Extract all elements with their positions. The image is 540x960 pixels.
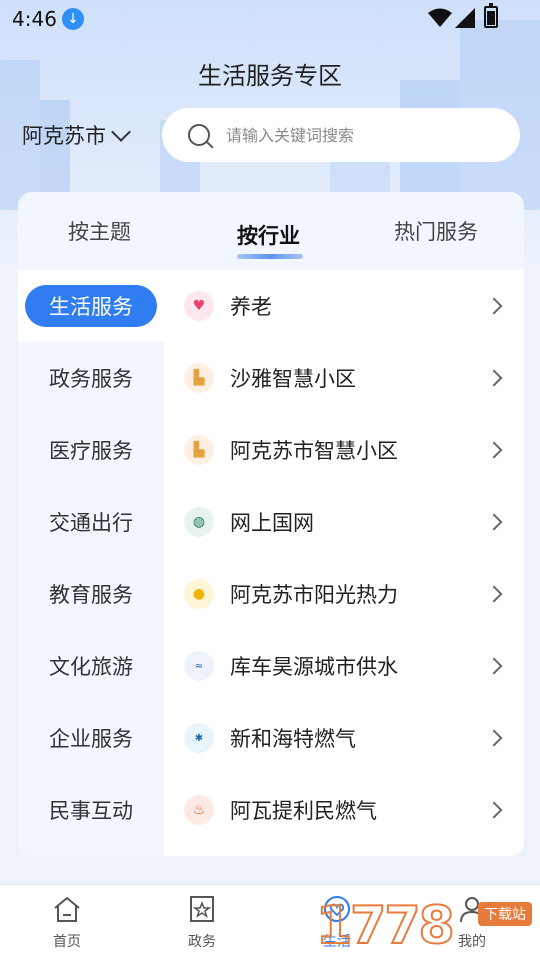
list-item[interactable]: ◍ 网上国网 [164, 486, 524, 558]
sidebar-item-government-services[interactable]: 政务服务 [18, 342, 164, 414]
tab-popular-services[interactable]: 热门服务 [394, 216, 478, 246]
flame-icon: ♨ [184, 795, 214, 825]
service-label: 阿克苏市阳光热力 [230, 583, 398, 607]
gas-logo-icon: ✱ [184, 723, 214, 753]
service-label: 新和海特燃气 [230, 727, 356, 751]
nav-label: 首页 [53, 934, 81, 950]
download-icon: ↓ [62, 8, 84, 30]
sidebar-item-life-services[interactable]: 生活服务 [18, 270, 164, 342]
sidebar-item-label: 文化旅游 [49, 655, 133, 679]
active-tab-indicator [237, 254, 303, 259]
search-icon [188, 124, 210, 146]
nav-government[interactable]: 政务 [162, 891, 242, 951]
list-item[interactable]: ▙ 沙雅智慧小区 [164, 342, 524, 414]
chevron-right-icon [485, 513, 503, 531]
nav-home[interactable]: 首页 [27, 891, 107, 951]
service-list: ♥ 养老 ▙ 沙雅智慧小区 ▙ 阿克苏市智慧小区 ◍ 网上国网 ● 阿克苏市阳光… [164, 270, 524, 856]
industry-sidebar: 生活服务 政务服务 医疗服务 交通出行 教育服务 文化旅游 企业服务 民事互动 [18, 270, 164, 856]
chevron-right-icon [485, 369, 503, 387]
government-star-icon [190, 896, 214, 922]
sidebar-item-label: 政务服务 [49, 367, 133, 391]
list-item[interactable]: ● 阿克苏市阳光热力 [164, 558, 524, 630]
list-item[interactable]: ♨ 阿瓦提利民燃气 [164, 774, 524, 846]
sidebar-item-transport[interactable]: 交通出行 [18, 486, 164, 558]
service-label: 网上国网 [230, 511, 314, 535]
search-input[interactable] [226, 125, 486, 145]
building-icon: ▙ [184, 363, 214, 393]
list-item[interactable]: ≈ 库车昊源城市供水 [164, 630, 524, 702]
list-item[interactable]: ✱ 新和海特燃气 [164, 702, 524, 774]
sidebar-item-education[interactable]: 教育服务 [18, 558, 164, 630]
sidebar-item-label: 教育服务 [49, 583, 133, 607]
list-item[interactable]: ♥ 养老 [164, 270, 524, 342]
water-logo-icon: ≈ [184, 651, 214, 681]
tab-by-theme[interactable]: 按主题 [68, 216, 131, 246]
wifi-icon [428, 8, 452, 27]
bottom-navigation: 首页 政务 生活 我的 [0, 884, 540, 960]
search-bar[interactable] [162, 108, 520, 162]
watermark-logo: 1778 [315, 895, 456, 957]
sidebar-item-culture-tourism[interactable]: 文化旅游 [18, 630, 164, 702]
sidebar-item-label: 交通出行 [49, 511, 133, 535]
battery-icon [484, 3, 498, 28]
sidebar-item-civil-interaction[interactable]: 民事互动 [18, 774, 164, 846]
sidebar-item-label: 生活服务 [25, 285, 157, 327]
sidebar-item-label: 民事互动 [49, 799, 133, 823]
chevron-right-icon [485, 297, 503, 315]
heart-icon: ♥ [184, 291, 214, 321]
status-bar: 4:46 ↓ [0, 0, 540, 40]
home-icon [54, 896, 80, 922]
status-time: 4:46 [12, 7, 57, 31]
sun-icon: ● [184, 579, 214, 609]
service-label: 库车昊源城市供水 [230, 655, 398, 679]
service-panel: 按主题 按行业 热门服务 生活服务 政务服务 医疗服务 交通出行 教育服务 文化… [18, 192, 524, 856]
city-selector[interactable]: 阿克苏市 [22, 120, 131, 150]
chevron-right-icon [485, 657, 503, 675]
list-item[interactable]: ▙ 阿克苏市智慧小区 [164, 414, 524, 486]
category-tabs: 按主题 按行业 热门服务 [18, 192, 524, 270]
sidebar-item-enterprise[interactable]: 企业服务 [18, 702, 164, 774]
nav-label: 政务 [188, 934, 216, 950]
chevron-right-icon [485, 441, 503, 459]
city-label: 阿克苏市 [22, 124, 106, 148]
chevron-right-icon [485, 729, 503, 747]
building-icon: ▙ [184, 435, 214, 465]
sidebar-item-label: 企业服务 [49, 727, 133, 751]
page-title: 生活服务专区 [198, 62, 342, 90]
signal-icon [455, 8, 475, 28]
service-label: 阿瓦提利民燃气 [230, 799, 377, 823]
sidebar-item-medical-services[interactable]: 医疗服务 [18, 414, 164, 486]
state-grid-icon: ◍ [184, 507, 214, 537]
service-label: 阿克苏市智慧小区 [230, 439, 398, 463]
tab-by-industry[interactable]: 按行业 [237, 220, 300, 250]
chevron-right-icon [485, 585, 503, 603]
service-label: 养老 [230, 295, 272, 319]
sidebar-item-label: 医疗服务 [49, 439, 133, 463]
chevron-right-icon [485, 801, 503, 819]
chevron-down-icon [111, 122, 131, 142]
watermark-badge: 下载站 [478, 902, 532, 926]
service-label: 沙雅智慧小区 [230, 367, 356, 391]
